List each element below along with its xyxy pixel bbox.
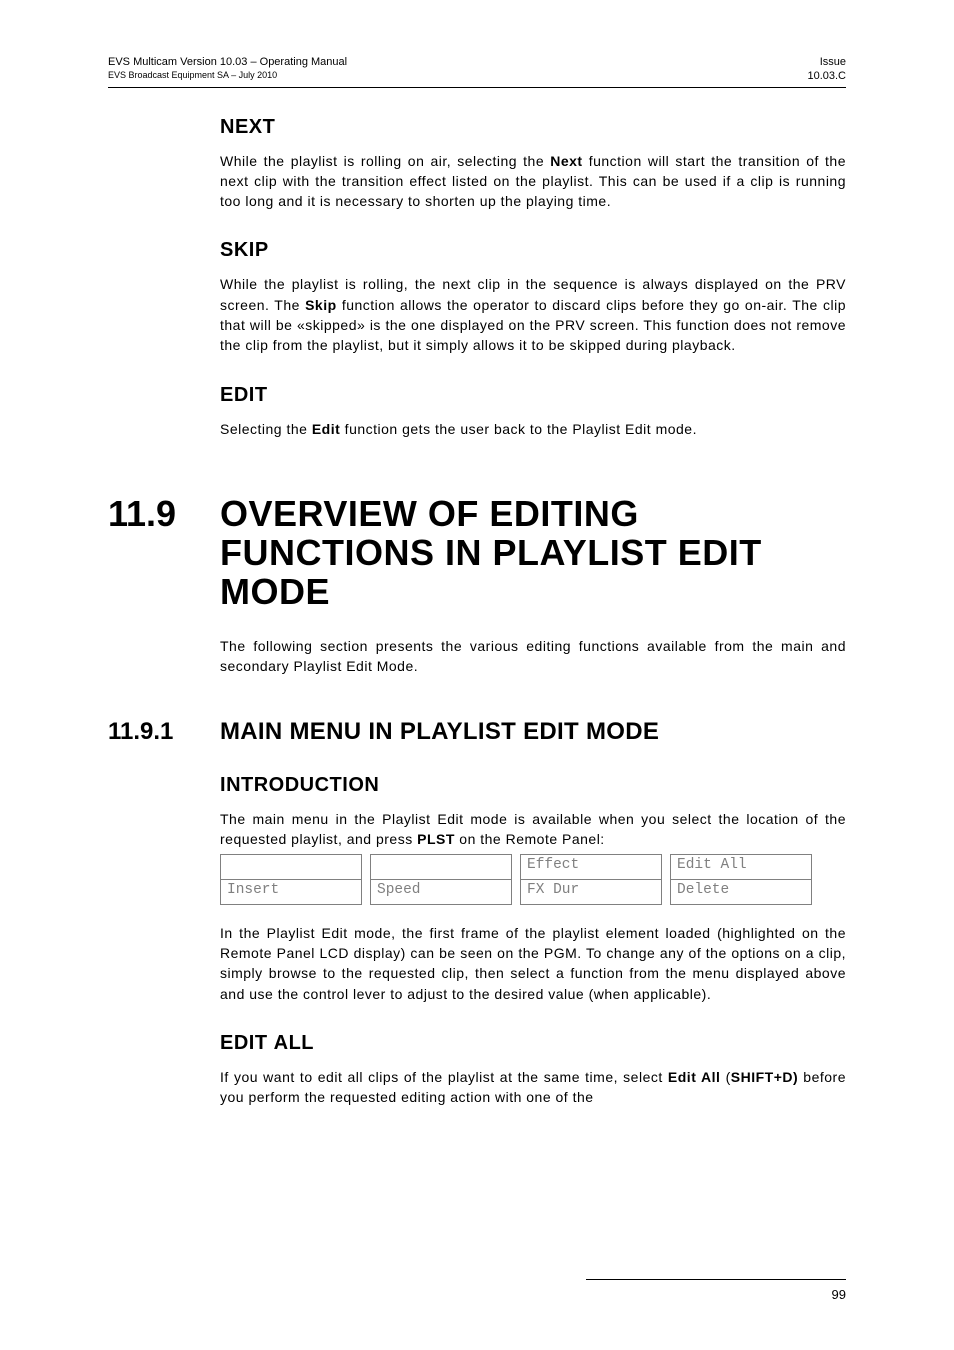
page: EVS Multicam Version 10.03 – Operating M… (0, 0, 954, 1350)
cap: M (290, 718, 310, 745)
menu-col-2: Speed (370, 854, 512, 905)
heading-rest: DIT (234, 1032, 274, 1054)
menu-cell-editall: Edit All (670, 854, 812, 880)
header-rule (108, 87, 846, 88)
footer-rule (586, 1279, 846, 1280)
menu-col-1: Insert (220, 854, 362, 905)
heading-rest: KIP (234, 239, 269, 261)
para-after-menu: In the Playlist Edit mode, the first fra… (220, 923, 846, 1004)
text: on the Remote Panel: (455, 831, 605, 847)
text: ( (720, 1069, 730, 1085)
cap: M (220, 718, 240, 745)
header-title: EVS Multicam Version 10.03 – Operating M… (108, 56, 347, 70)
bold-text: PLST (417, 831, 455, 847)
heading-introduction: INTRODUCTION (220, 774, 846, 797)
heading-11-9: 11.9 OVERVIEW OF EDITING FUNCTIONS IN PL… (108, 495, 846, 612)
bold-text: Edit All (668, 1069, 720, 1085)
heading-cap: A (274, 1032, 289, 1054)
heading-cap: E (220, 1032, 234, 1054)
text: function gets the user back to the Playl… (340, 421, 697, 437)
heading-rest: NTRODUCTION (226, 774, 379, 796)
sc: ODE (606, 718, 659, 745)
bold-text: SHIFT+D) (731, 1069, 798, 1085)
header-issue-number: 10.03.C (807, 70, 846, 84)
menu-cell-delete: Delete (670, 879, 812, 905)
menu-grid: Insert Speed Effect FX Dur Edit All Dele… (220, 854, 846, 905)
heading-11-9-1: 11.9.1 MAIN MENU IN PLAYLIST EDIT MODE (108, 718, 846, 746)
page-header: EVS Multicam Version 10.03 – Operating M… (108, 56, 846, 84)
cap: E (523, 718, 539, 745)
para-overview-intro: The following section presents the vario… (220, 636, 846, 677)
heading-next: NEXT (220, 116, 846, 139)
para-skip: While the playlist is rolling, the next … (220, 274, 846, 355)
heading-number: 11.9.1 (108, 718, 220, 746)
text: If you want to edit all clips of the pla… (220, 1069, 668, 1085)
menu-col-4: Edit All Delete (670, 854, 812, 905)
heading-edit: EDIT (220, 384, 846, 407)
menu-cell (220, 854, 362, 880)
header-issue-label: Issue (807, 56, 846, 70)
bold-text: Next (550, 153, 582, 169)
heading-skip: SKIP (220, 239, 846, 262)
heading-cap: N (220, 116, 235, 138)
cap: P (400, 718, 416, 745)
menu-cell-fxdur: FX Dur (520, 879, 662, 905)
sc: LAYLIST (416, 718, 523, 745)
heading-rest: DIT (234, 384, 268, 406)
sc: AIN (240, 718, 289, 745)
sc: ENU IN (310, 718, 400, 745)
heading-number: 11.9 (108, 495, 220, 534)
heading-cap: S (220, 239, 234, 261)
header-company: EVS Broadcast Equipment SA – July 2010 (108, 70, 347, 81)
header-right: Issue 10.03.C (807, 56, 846, 84)
content-area: The following section presents the vario… (108, 636, 846, 677)
para-edit: Selecting the Edit function gets the use… (220, 419, 846, 439)
content-area: INTRODUCTION The main menu in the Playli… (108, 774, 846, 1107)
text: While the playlist is rolling on air, se… (220, 153, 550, 169)
header-left: EVS Multicam Version 10.03 – Operating M… (108, 56, 347, 84)
cap: M (586, 718, 606, 745)
para-introduction: The main menu in the Playlist Edit mode … (220, 809, 846, 850)
bold-text: Skip (305, 297, 337, 313)
page-number: 99 (832, 1287, 846, 1302)
menu-col-3: Effect FX Dur (520, 854, 662, 905)
bold-text: Edit (312, 421, 340, 437)
menu-cell (370, 854, 512, 880)
menu-cell-insert: Insert (220, 879, 362, 905)
para-edit-all: If you want to edit all clips of the pla… (220, 1067, 846, 1108)
text: Selecting the (220, 421, 312, 437)
heading-rest: LL (289, 1032, 314, 1054)
heading-rest: EXT (235, 116, 275, 138)
menu-cell-speed: Speed (370, 879, 512, 905)
heading-edit-all: EDIT ALL (220, 1032, 846, 1055)
para-next: While the playlist is rolling on air, se… (220, 151, 846, 212)
heading-cap: E (220, 384, 234, 406)
content-area: NEXT While the playlist is rolling on ai… (108, 116, 846, 439)
menu-cell-effect: Effect (520, 854, 662, 880)
sc: DIT (539, 718, 586, 745)
heading-text: OVERVIEW OF EDITING FUNCTIONS IN PLAYLIS… (220, 495, 846, 612)
heading-text: MAIN MENU IN PLAYLIST EDIT MODE (220, 718, 659, 746)
